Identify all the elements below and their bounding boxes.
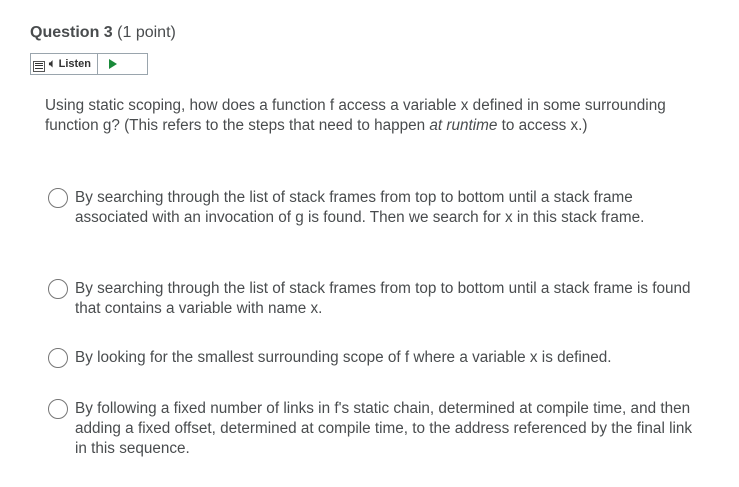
question-points: (1 point) [117,24,176,41]
speaker-icon: 🔈︎ [49,57,56,70]
listen-label: Listen [58,58,92,70]
option-label: By searching through the list of stack f… [75,189,645,226]
option-label: By following a fixed number of links in … [75,400,693,457]
answer-option-3[interactable]: By looking for the smallest surrounding … [48,348,698,368]
menu-icon[interactable] [33,60,45,72]
option-label: By searching through the list of stack f… [75,280,691,317]
answer-option-2[interactable]: By searching through the list of stack f… [48,279,698,319]
question-emphasis: at runtime [429,117,498,134]
play-icon [109,59,118,69]
readspeaker-toolbar: 🔈︎ Listen [30,53,148,75]
option-label: By looking for the smallest surrounding … [75,349,612,366]
radio-button[interactable] [48,188,68,208]
radio-button[interactable] [48,399,68,419]
question-number: Question 3 [30,24,113,41]
radio-button[interactable] [48,348,68,368]
question-header: Question 3 (1 point) [30,24,176,42]
question-text: Using static scoping, how does a functio… [45,97,666,134]
listen-button[interactable]: 🔈︎ Listen [45,54,99,74]
answer-option-1[interactable]: By searching through the list of stack f… [48,188,698,228]
play-button[interactable] [98,54,128,74]
radio-button[interactable] [48,279,68,299]
answer-option-4[interactable]: By following a fixed number of links in … [48,399,698,459]
